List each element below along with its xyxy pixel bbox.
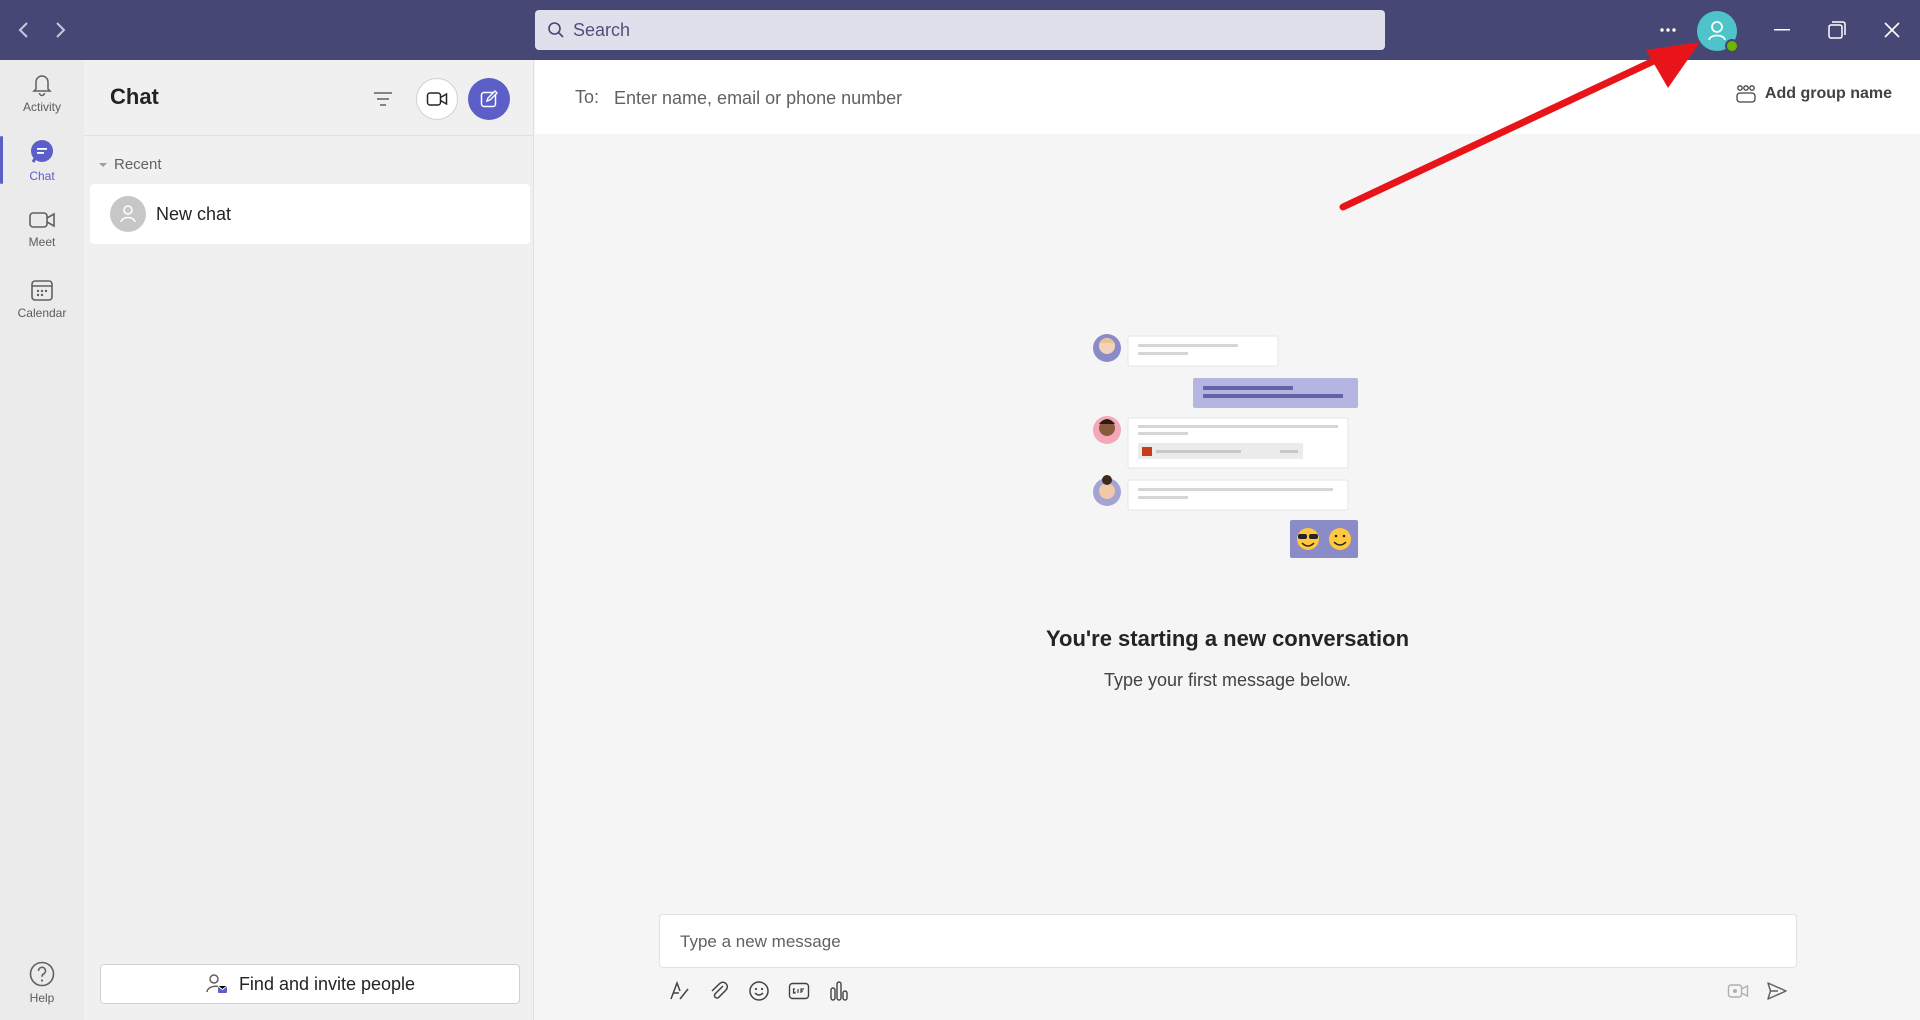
calendar-icon [31, 279, 53, 301]
send-button[interactable] [1761, 975, 1793, 1007]
close-window-button[interactable] [1875, 14, 1909, 46]
rail-item-label: Chat [29, 168, 55, 183]
minimize-icon [1774, 29, 1790, 31]
people-group-icon [1736, 85, 1756, 103]
rail-item-calendar[interactable]: Calendar [0, 266, 84, 330]
filter-icon [374, 92, 392, 106]
caret-down-icon [99, 162, 107, 167]
video-clip-icon [1727, 984, 1749, 998]
bell-icon [32, 74, 52, 96]
recent-section-toggle[interactable]: Recent [98, 156, 162, 173]
presence-available-badge [1725, 39, 1739, 53]
paperclip-icon [711, 981, 729, 999]
chat-list-header: Chat [84, 60, 534, 136]
emoji-button[interactable] [743, 975, 775, 1007]
video-camera-icon [29, 211, 55, 228]
video-clip-button[interactable] [1722, 975, 1754, 1007]
profile-avatar-button[interactable] [1697, 11, 1739, 53]
search-box[interactable] [535, 10, 1385, 50]
avatar [110, 196, 146, 232]
more-options-button[interactable] [1651, 14, 1685, 46]
new-conversation-subheading: Type your first message below. [1103, 670, 1352, 690]
message-compose-box[interactable] [659, 914, 1797, 968]
attach-button[interactable] [703, 975, 735, 1007]
title-bar [0, 0, 1920, 60]
format-button[interactable] [663, 975, 695, 1007]
meet-now-button[interactable] [416, 78, 458, 120]
help-icon [29, 961, 55, 986]
forward-button[interactable] [46, 16, 74, 44]
rail-item-help[interactable]: Help [0, 950, 84, 1014]
add-group-name-button[interactable]: Add group name [1735, 84, 1892, 104]
restore-button[interactable] [1820, 14, 1854, 46]
more-horizontal-icon [1660, 28, 1676, 32]
rail-item-label: Help [29, 990, 55, 1005]
compose-icon [480, 90, 498, 108]
new-conversation-illustration [1093, 334, 1358, 558]
person-icon [120, 205, 136, 223]
app-rail: Activity Chat Meet Calendar Help [0, 60, 84, 1020]
search-input[interactable] [573, 19, 1353, 41]
search-icon [548, 22, 564, 38]
message-input[interactable] [680, 929, 1770, 955]
chat-list-title: Chat [110, 84, 159, 109]
rail-item-meet[interactable]: Meet [0, 196, 84, 260]
chat-list-pane: Chat Recent New chat Find and invite peo… [84, 60, 534, 1020]
chat-list-item[interactable]: New chat [90, 184, 530, 244]
send-icon [1767, 982, 1787, 1000]
person-icon [1708, 21, 1726, 41]
new-chat-button[interactable] [468, 78, 510, 120]
video-camera-icon [426, 92, 448, 106]
chat-icon [31, 139, 53, 163]
rail-item-label: Meet [28, 234, 56, 249]
minimize-button[interactable] [1765, 14, 1799, 46]
person-mail-icon [206, 974, 228, 993]
find-invite-people-button[interactable]: Find and invite people [100, 964, 520, 1004]
recipient-bar: To: Add group name [535, 60, 1920, 134]
chat-item-name: New chat [156, 203, 232, 224]
bar-chart-icon [830, 981, 848, 1001]
format-text-icon [670, 980, 689, 1000]
filter-button[interactable] [362, 78, 404, 120]
new-conversation-heading: You're starting a new conversation [1045, 626, 1410, 651]
to-label: To: [575, 87, 600, 107]
close-icon [1884, 22, 1900, 38]
add-group-name-label: Add group name [1764, 85, 1892, 102]
conversation-pane: To: Add group name [535, 60, 1920, 1020]
chevron-right-icon [56, 22, 66, 38]
back-button[interactable] [10, 16, 38, 44]
rail-item-label: Calendar [17, 305, 67, 320]
find-invite-people-label: Find and invite people [238, 973, 416, 994]
chevron-left-icon [18, 22, 28, 38]
rail-item-chat[interactable]: Chat [0, 128, 84, 192]
recent-section-label: Recent [114, 156, 162, 173]
emoji-icon [749, 981, 769, 1001]
restore-icon [1828, 21, 1846, 39]
gif-button[interactable] [783, 975, 815, 1007]
rail-item-activity[interactable]: Activity [0, 60, 84, 124]
rail-item-label: Activity [22, 99, 61, 114]
recipient-input[interactable] [614, 84, 1314, 112]
gif-icon [788, 982, 810, 1000]
poll-button[interactable] [823, 975, 855, 1007]
